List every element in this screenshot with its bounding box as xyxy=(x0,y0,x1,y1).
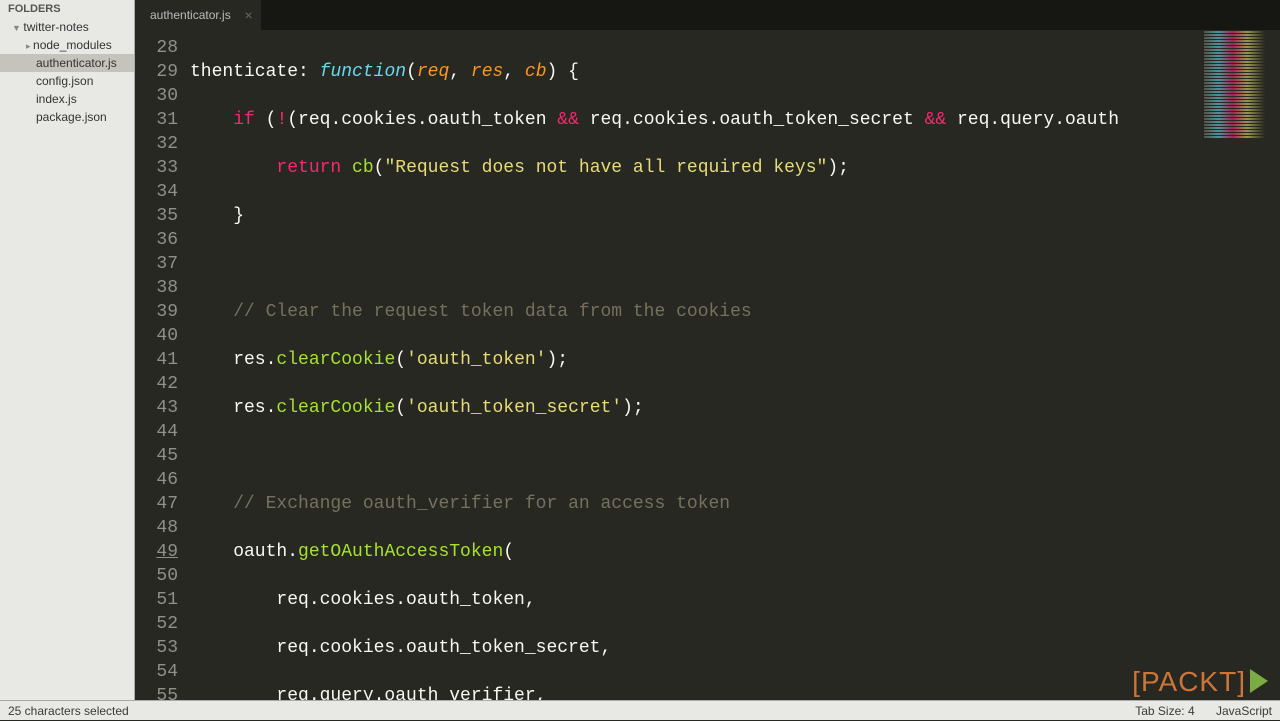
code-line xyxy=(190,444,1280,468)
line-number: 52 xyxy=(135,612,178,636)
minimap[interactable] xyxy=(1200,30,1280,230)
line-number: 48 xyxy=(135,516,178,540)
line-number: 36 xyxy=(135,228,178,252)
line-number: 30 xyxy=(135,84,178,108)
code-line: // Exchange oauth_verifier for an access… xyxy=(190,492,1280,516)
code-line: return cb("Request does not have all req… xyxy=(190,156,1280,180)
code-line: res.clearCookie('oauth_token_secret'); xyxy=(190,396,1280,420)
tab-label: authenticator.js xyxy=(150,8,231,22)
file-config[interactable]: config.json xyxy=(0,72,134,90)
code-line: } xyxy=(190,204,1280,228)
line-number: 40 xyxy=(135,324,178,348)
status-syntax[interactable]: JavaScript xyxy=(1216,704,1272,718)
code-line: req.cookies.oauth_token_secret, xyxy=(190,636,1280,660)
folder-root[interactable]: twitter-notes xyxy=(0,18,134,36)
close-icon[interactable]: × xyxy=(245,0,253,30)
line-number: 46 xyxy=(135,468,178,492)
line-number: 53 xyxy=(135,636,178,660)
line-number: 33 xyxy=(135,156,178,180)
code-line: // Clear the request token data from the… xyxy=(190,300,1280,324)
line-number: 35 xyxy=(135,204,178,228)
code-line: req.cookies.oauth_token, xyxy=(190,588,1280,612)
code-editor[interactable]: thenticate: function(req, res, cb) { if … xyxy=(190,30,1280,700)
line-number: 47 xyxy=(135,492,178,516)
line-number: 34 xyxy=(135,180,178,204)
line-number: 54 xyxy=(135,660,178,684)
line-number: 28 xyxy=(135,36,178,60)
file-package[interactable]: package.json xyxy=(0,108,134,126)
line-number: 51 xyxy=(135,588,178,612)
tab-bar: authenticator.js × xyxy=(135,0,1280,30)
file-authenticator[interactable]: authenticator.js xyxy=(0,54,134,72)
folder-node-modules[interactable]: node_modules xyxy=(0,36,134,54)
watermark-logo: [PACKT] xyxy=(1132,666,1268,698)
line-number-gutter: 2829303132333435363738394041424344454647… xyxy=(135,30,190,700)
line-number: 41 xyxy=(135,348,178,372)
status-tabsize[interactable]: Tab Size: 4 xyxy=(1135,704,1194,718)
tab-authenticator[interactable]: authenticator.js × xyxy=(135,0,261,30)
code-line: req.query.oauth_verifier, xyxy=(190,684,1280,700)
line-number: 29 xyxy=(135,60,178,84)
line-number: 38 xyxy=(135,276,178,300)
code-line: oauth.getOAuthAccessToken( xyxy=(190,540,1280,564)
line-number: 44 xyxy=(135,420,178,444)
status-bar: 25 characters selected Tab Size: 4 JavaS… xyxy=(0,700,1280,720)
line-number: 39 xyxy=(135,300,178,324)
sidebar-header: FOLDERS xyxy=(0,0,134,18)
line-number: 45 xyxy=(135,444,178,468)
sidebar: FOLDERS twitter-notes node_modules authe… xyxy=(0,0,135,700)
code-line: thenticate: function(req, res, cb) { xyxy=(190,60,1280,84)
line-number: 37 xyxy=(135,252,178,276)
line-number: 31 xyxy=(135,108,178,132)
play-icon xyxy=(1250,669,1268,693)
code-line xyxy=(190,252,1280,276)
code-line: res.clearCookie('oauth_token'); xyxy=(190,348,1280,372)
line-number: 42 xyxy=(135,372,178,396)
code-line: if (!(req.cookies.oauth_token && req.coo… xyxy=(190,108,1280,132)
line-number: 49 xyxy=(135,540,178,564)
line-number: 43 xyxy=(135,396,178,420)
line-number: 50 xyxy=(135,564,178,588)
file-index[interactable]: index.js xyxy=(0,90,134,108)
line-number: 32 xyxy=(135,132,178,156)
status-selection: 25 characters selected xyxy=(8,701,129,720)
